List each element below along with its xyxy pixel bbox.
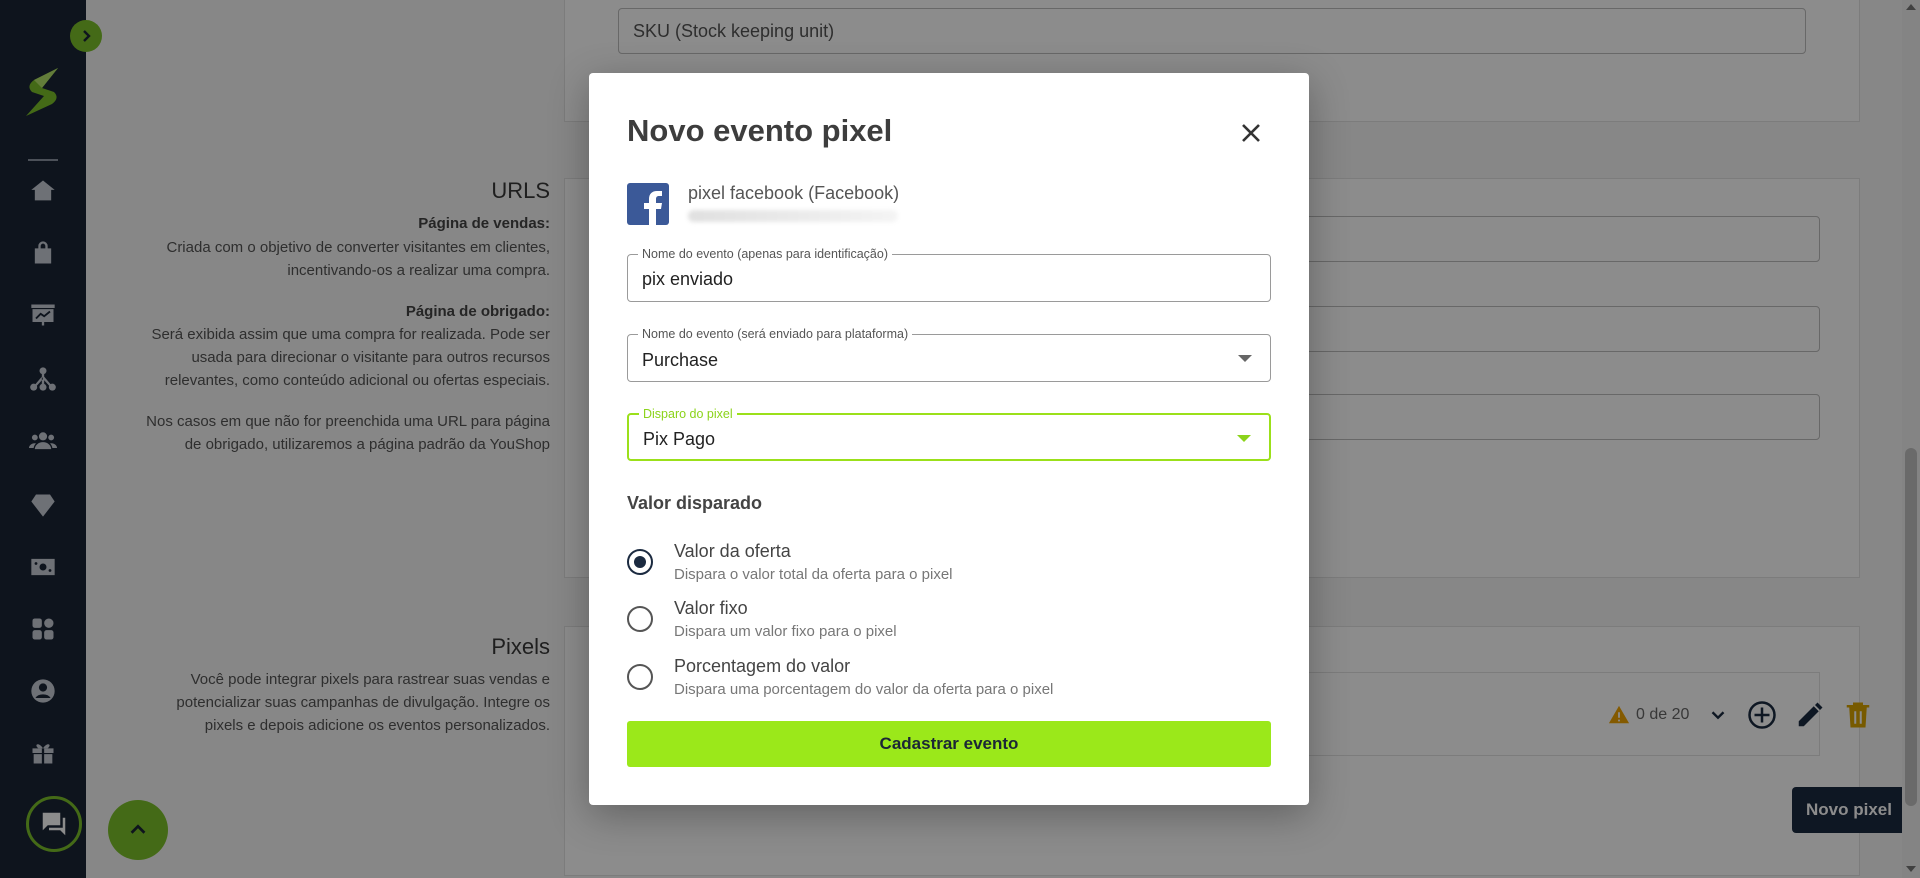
radio-button[interactable] xyxy=(627,549,653,575)
radio-option-offer-value[interactable]: Valor da oferta Dispara o valor total da… xyxy=(627,541,1267,591)
radio-title: Porcentagem do valor xyxy=(674,656,851,676)
event-name-field[interactable]: Nome do evento (apenas para identificaçã… xyxy=(627,246,1271,302)
register-event-button[interactable]: Cadastrar evento xyxy=(627,721,1271,767)
pixel-id-blurred xyxy=(688,210,898,222)
radio-option-percentage[interactable]: Porcentagem do valor Dispara uma porcent… xyxy=(627,656,1267,706)
radio-button[interactable] xyxy=(627,606,653,632)
platform-event-value: Purchase xyxy=(642,350,719,370)
radio-description: Dispara uma porcentagem do valor da ofer… xyxy=(674,681,1054,698)
radio-title: Valor da oferta xyxy=(674,541,791,561)
pixel-trigger-value: Pix Pago xyxy=(643,429,716,449)
radio-description: Dispara o valor total da oferta para o p… xyxy=(674,566,953,583)
close-icon xyxy=(1242,124,1260,142)
pixel-trigger-label: Disparo do pixel xyxy=(639,406,737,422)
value-section-label: Valor disparado xyxy=(627,493,763,513)
facebook-logo-icon xyxy=(627,183,669,225)
close-button[interactable] xyxy=(1235,117,1267,149)
platform-event-label: Nome do evento (será enviado para plataf… xyxy=(638,326,913,342)
caret-down-icon xyxy=(1237,435,1251,442)
event-name-label: Nome do evento (apenas para identificaçã… xyxy=(638,246,892,262)
pixel-name: pixel facebook (Facebook) xyxy=(688,183,900,203)
platform-event-select[interactable]: Nome do evento (será enviado para plataf… xyxy=(627,326,1271,382)
radio-option-fixed-value[interactable]: Valor fixo Dispara um valor fixo para o … xyxy=(627,598,1267,648)
event-name-value: pix enviado xyxy=(642,269,734,289)
radio-button[interactable] xyxy=(627,664,653,690)
radio-title: Valor fixo xyxy=(674,598,748,618)
caret-down-icon xyxy=(1238,355,1252,362)
radio-description: Dispara um valor fixo para o pixel xyxy=(674,623,897,640)
modal-title: Novo evento pixel xyxy=(627,113,893,148)
pixel-trigger-select[interactable]: Disparo do pixel Pix Pago xyxy=(627,406,1271,461)
new-pixel-event-modal: Novo evento pixel pixel facebook (Facebo… xyxy=(589,73,1309,805)
